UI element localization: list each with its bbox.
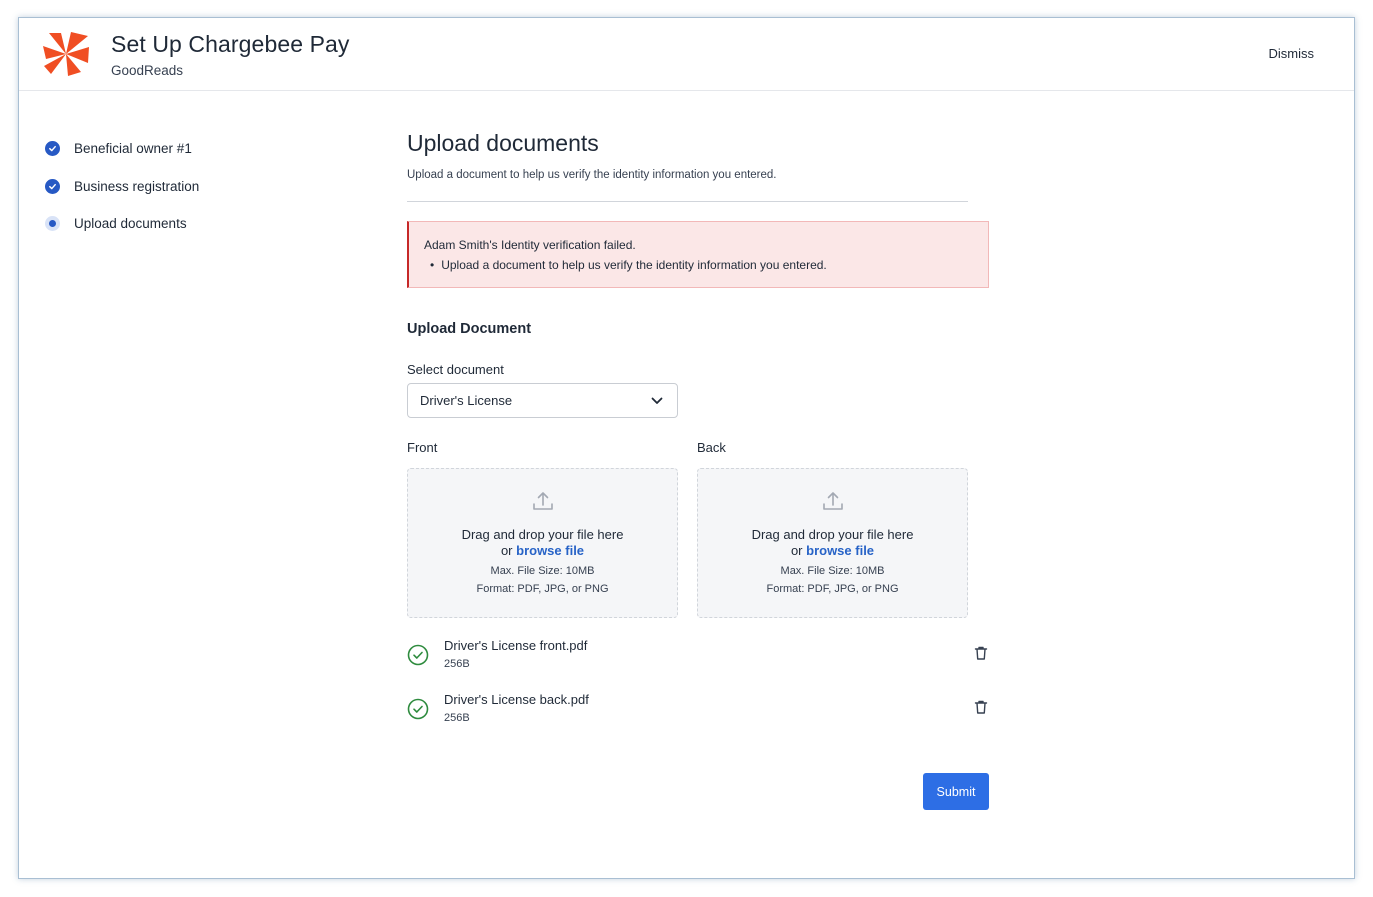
step-label: Beneficial owner #1 (74, 141, 192, 157)
check-circle-icon (45, 178, 60, 194)
section-title: Upload Document (407, 321, 532, 337)
current-step-icon (45, 216, 60, 232)
app-window: Set Up Chargebee Pay GoodReads Dismiss B… (18, 17, 1355, 879)
check-circle-icon (407, 698, 429, 720)
step-list: Beneficial owner #1 Business registratio… (45, 130, 199, 243)
step-upload-documents[interactable]: Upload documents (45, 205, 199, 243)
submit-button[interactable]: Submit (923, 773, 989, 810)
app-subtitle: GoodReads (111, 63, 184, 78)
back-dropzone[interactable]: Drag and drop your file here or browse f… (697, 468, 968, 618)
alert-bullet: Upload a document to help us verify the … (424, 258, 988, 272)
max-file-size: Max. File Size: 10MB (490, 565, 595, 577)
upload-icon (822, 492, 843, 510)
alert-message: Adam Smith's Identity verification faile… (424, 238, 636, 252)
chargebee-logo-icon (43, 32, 89, 76)
step-label: Business registration (74, 178, 200, 194)
trash-icon[interactable] (973, 645, 989, 661)
page-description: Upload a document to help us verify the … (407, 169, 777, 181)
file-size: 256B (444, 712, 470, 724)
step-label: Upload documents (74, 216, 187, 232)
dismiss-button[interactable]: Dismiss (1269, 46, 1315, 61)
chevron-down-icon (651, 397, 663, 404)
max-file-size: Max. File Size: 10MB (780, 565, 885, 577)
browse-line: or browse file (408, 543, 677, 559)
uploaded-file-item: Driver's License front.pdf 256B (407, 638, 989, 692)
document-type-select[interactable]: Driver's License (407, 383, 678, 418)
upload-areas: Front Drag and drop your file here or br… (407, 440, 989, 618)
app-title: Set Up Chargebee Pay (111, 31, 350, 57)
drop-instruction: Drag and drop your file here (461, 527, 624, 542)
divider (407, 201, 968, 202)
error-alert: Adam Smith's Identity verification faile… (407, 221, 989, 288)
select-document-label: Select document (407, 362, 504, 377)
file-formats: Format: PDF, JPG, or PNG (476, 583, 609, 595)
file-formats: Format: PDF, JPG, or PNG (766, 583, 899, 595)
drop-instruction: Drag and drop your file here (751, 527, 914, 542)
step-beneficial-owner[interactable]: Beneficial owner #1 (45, 130, 199, 168)
front-label: Front (407, 440, 438, 455)
browse-file-link[interactable]: browse file (806, 543, 874, 558)
uploaded-file-item: Driver's License back.pdf 256B (407, 692, 989, 746)
select-value: Driver's License (420, 393, 513, 408)
main-content: Upload documents Upload a document to he… (407, 130, 989, 746)
upload-icon (532, 492, 553, 510)
back-upload: Back Drag and drop your file here or bro… (697, 440, 968, 618)
page-title: Upload documents (407, 130, 599, 156)
check-circle-icon (45, 141, 60, 157)
file-name: Driver's License front.pdf (444, 638, 588, 653)
front-dropzone[interactable]: Drag and drop your file here or browse f… (407, 468, 678, 618)
check-circle-icon (407, 644, 429, 666)
uploaded-files-list: Driver's License front.pdf 256B Driver's… (407, 638, 989, 746)
or-text: or (790, 543, 803, 558)
header: Set Up Chargebee Pay GoodReads Dismiss (19, 18, 1354, 91)
step-business-registration[interactable]: Business registration (45, 168, 199, 206)
browse-line: or browse file (698, 543, 967, 559)
trash-icon[interactable] (973, 699, 989, 715)
back-label: Back (697, 440, 726, 455)
front-upload: Front Drag and drop your file here or br… (407, 440, 678, 618)
browse-file-link[interactable]: browse file (516, 543, 584, 558)
or-text: or (500, 543, 513, 558)
file-name: Driver's License back.pdf (444, 692, 589, 707)
file-size: 256B (444, 658, 470, 670)
